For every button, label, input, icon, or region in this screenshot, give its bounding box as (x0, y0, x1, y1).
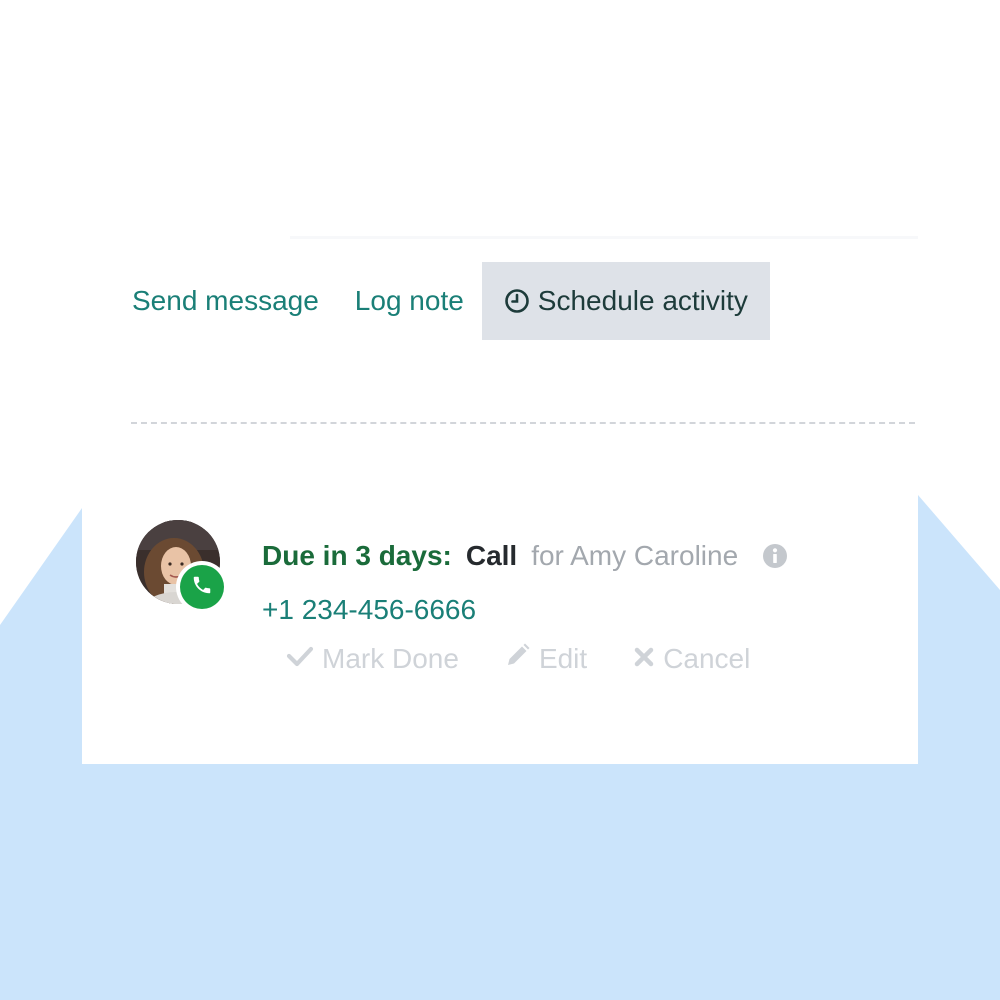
info-icon[interactable] (762, 543, 788, 569)
activity-type: Call (465, 540, 518, 571)
close-icon (633, 643, 663, 675)
phone-badge (176, 561, 228, 613)
edit-button[interactable]: Edit (505, 642, 587, 675)
mark-done-label: Mark Done (322, 642, 459, 674)
activity-phone-link[interactable]: +1 234-456-6666 (262, 594, 476, 626)
chatter-canvas: Send message Log note Schedule activity (0, 0, 1000, 1000)
section-divider (131, 422, 915, 424)
check-icon (286, 643, 322, 675)
edit-label: Edit (538, 642, 588, 674)
pencil-icon (505, 642, 539, 675)
tab-schedule-activity-label: Schedule activity (537, 285, 748, 316)
mark-done-button[interactable]: Mark Done (286, 643, 459, 675)
activity-due: Due in 3 days: (262, 540, 452, 571)
tab-send-message-label: Send message (132, 285, 319, 316)
phone-icon (191, 574, 213, 601)
activity-summary: Due in 3 days: Call for Amy Caroline (262, 536, 788, 576)
cancel-label: Cancel (663, 642, 751, 674)
tab-send-message[interactable]: Send message (114, 262, 337, 340)
tab-log-note-label: Log note (354, 285, 464, 316)
activity-actions: Mark Done Edit Cancel (286, 642, 796, 675)
activity-assignee: for Amy Caroline (531, 540, 739, 571)
clock-icon (504, 288, 530, 314)
cancel-button[interactable]: Cancel (633, 643, 750, 675)
chatter-tabs: Send message Log note Schedule activity (114, 262, 770, 340)
top-divider (290, 236, 918, 239)
tab-schedule-activity[interactable]: Schedule activity (481, 262, 770, 340)
tab-log-note[interactable]: Log note (337, 262, 482, 340)
